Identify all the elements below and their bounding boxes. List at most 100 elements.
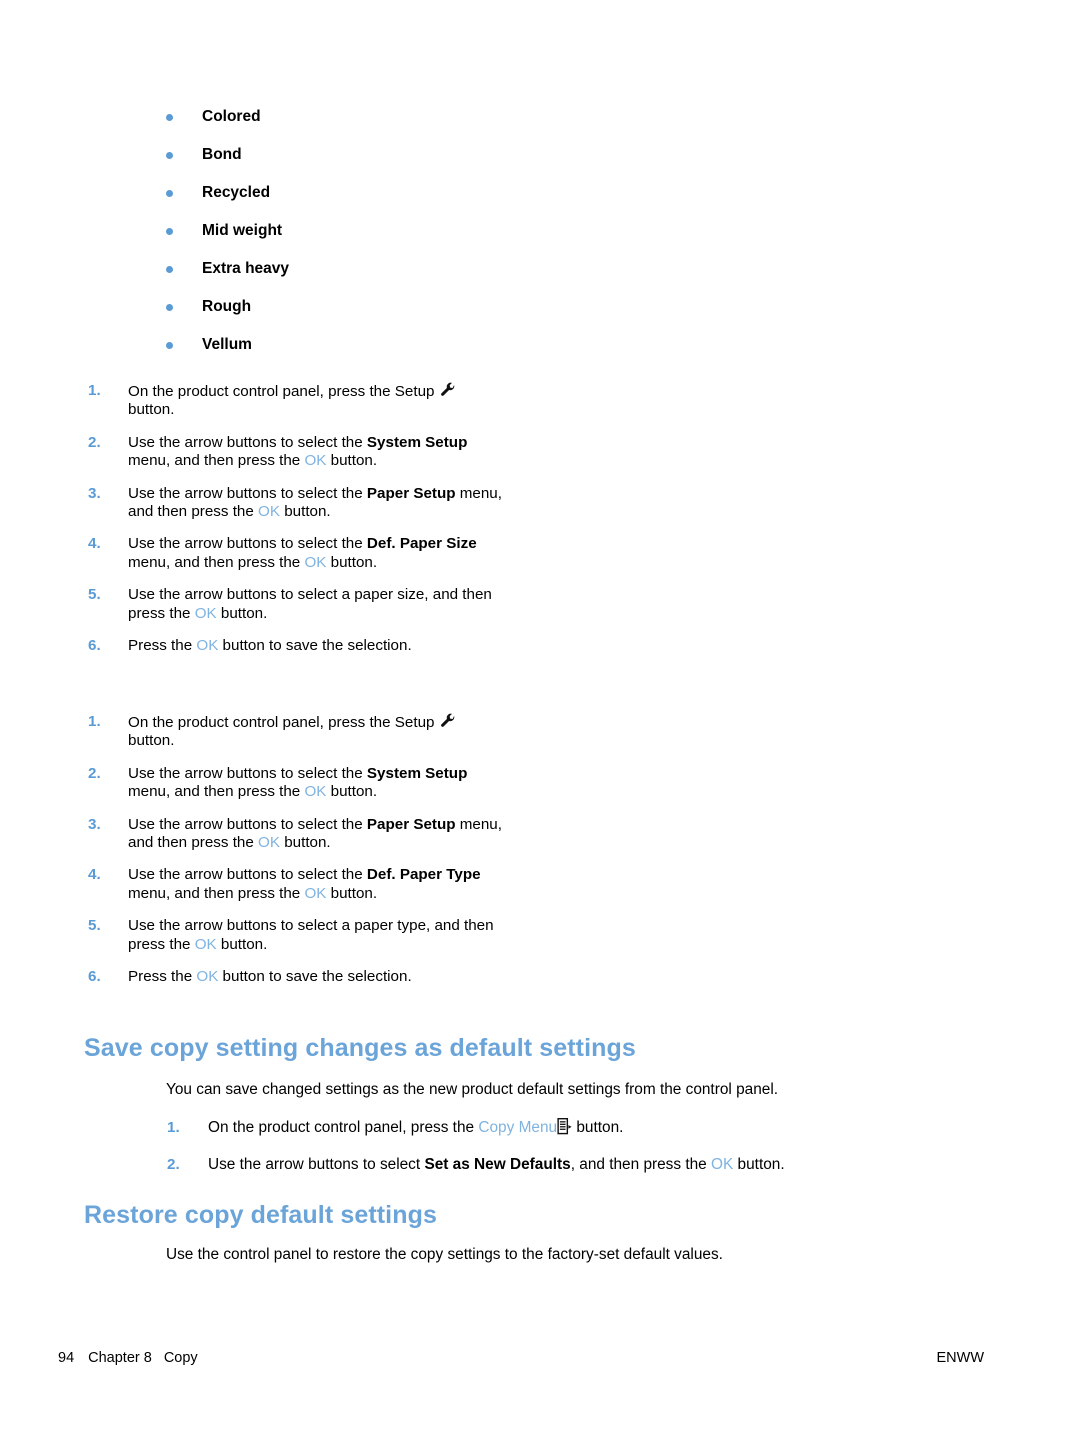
bullet-dot-icon: [166, 266, 173, 273]
list-item: Vellum: [160, 336, 580, 354]
step-text-lead: Use the arrow buttons to select a paper …: [128, 586, 492, 622]
procedure-step: 1. On the product control panel, press th…: [88, 713, 503, 751]
step-number: 6.: [88, 637, 101, 655]
document-page: Colored Bond Recycled Mid weight Extra heavy…: [0, 0, 1080, 1437]
step-text-mid: , and then press the: [570, 1156, 712, 1173]
procedure-step: 3. Use the arrow buttons to select the Pa…: [88, 816, 503, 853]
list-item: Recycled: [160, 184, 580, 202]
step-number: 1.: [167, 1119, 180, 1136]
step-text-mid: menu, and then press the: [128, 553, 305, 571]
step-text: Use the arrow buttons to select the Pape…: [128, 485, 503, 522]
footer-locale: ENWW: [936, 1350, 984, 1366]
step-text-lead: Use the arrow buttons to select a paper …: [128, 917, 494, 953]
step-number: 4.: [88, 866, 101, 884]
copy-menu-icon: [557, 1118, 572, 1135]
step-number: 1.: [88, 382, 101, 399]
step-text-lead: Use the arrow buttons to select the: [128, 866, 367, 884]
paragraph-save-copy-settings: You can save changed settings as the new…: [166, 1081, 779, 1098]
list-item-label: Bond: [202, 146, 242, 163]
step-text-lead: Use the arrow buttons to select the: [128, 815, 367, 833]
ok-button-label: OK: [196, 637, 219, 655]
procedure-step: 5. Use the arrow buttons to select a pape…: [88, 586, 503, 623]
step-text-tail: button.: [279, 503, 331, 521]
ok-button-label: OK: [194, 935, 217, 953]
ok-button-label: OK: [196, 968, 219, 986]
procedure-step: 1. On the product control panel, press th…: [167, 1118, 957, 1137]
list-item: Mid weight: [160, 222, 580, 240]
procedure-step: 4. Use the arrow buttons to select the De…: [88, 866, 503, 903]
list-item: Rough: [160, 298, 580, 316]
step-text-mid: menu, and then press the: [128, 783, 305, 801]
step-text-prefix: On the product control panel, press the …: [128, 383, 439, 400]
step-number: 2.: [167, 1156, 180, 1173]
step-text: Use the arrow buttons to select the Def.…: [128, 535, 503, 572]
step-number: 6.: [88, 968, 101, 986]
step-text-lead: Use the arrow buttons to select the: [128, 764, 367, 782]
step-text-tail: button.: [279, 834, 331, 852]
step-text: On the product control panel, press the …: [208, 1118, 957, 1137]
step-text: On the product control panel, press the …: [128, 382, 503, 420]
list-item-label: Extra heavy: [202, 260, 290, 277]
step-text: Use the arrow buttons to select the Def.…: [128, 866, 503, 903]
ok-button-label: OK: [258, 503, 280, 521]
bullet-dot-icon: [166, 228, 173, 235]
footer-chapter: Chapter 8: [88, 1350, 152, 1366]
menu-name-label: System Setup: [366, 764, 468, 782]
step-text-lead: Use the arrow buttons to select the: [128, 535, 367, 553]
step-number: 2.: [88, 433, 101, 451]
bullet-dot-icon: [166, 190, 173, 197]
menu-name-label: Def. Paper Type: [366, 866, 481, 884]
step-text-prefix: On the product control panel, press the …: [128, 714, 439, 731]
ok-button-label: OK: [711, 1156, 734, 1173]
footer-section: Copy: [163, 1350, 198, 1366]
menu-name-label: Paper Setup: [366, 815, 456, 833]
procedure-save-defaults: 1. On the product control panel, press th…: [167, 1118, 957, 1192]
step-text-tail: button.: [326, 783, 378, 801]
step-text-tail: button.: [572, 1119, 624, 1136]
page-footer: 94 Chapter 8 Copy ENWW: [0, 1350, 1080, 1370]
procedure-default-paper-type: 1. On the product control panel, press th…: [88, 713, 503, 1000]
procedure-step: 1. On the product control panel, press th…: [88, 382, 503, 420]
step-text-tail: button to save the selection.: [218, 968, 412, 986]
list-item: Colored: [160, 108, 580, 126]
procedure-step: 4. Use the arrow buttons to select the De…: [88, 535, 503, 572]
step-text-lead: Use the arrow buttons to select the: [128, 433, 367, 451]
step-number: 1.: [88, 713, 101, 730]
step-text: Use the arrow buttons to select the Pape…: [128, 816, 503, 853]
procedure-step: 6. Press the OK button to save the select…: [88, 968, 503, 986]
step-text: Press the OK button to save the selectio…: [128, 637, 503, 655]
list-item-label: Mid weight: [202, 222, 283, 239]
footer-page-number: 94: [58, 1350, 75, 1366]
step-text: Press the OK button to save the selectio…: [128, 968, 503, 986]
paragraph-restore-copy-defaults: Use the control panel to restore the cop…: [166, 1246, 723, 1263]
procedure-step: 2. Use the arrow buttons to select the Sy…: [88, 765, 503, 802]
step-text-lead: Press the: [128, 968, 197, 986]
step-text-mid: menu, and then press the: [128, 884, 305, 902]
step-number: 3.: [88, 815, 101, 833]
step-text-tail: button.: [216, 604, 268, 622]
ok-button-label: OK: [304, 553, 327, 571]
menu-name-label: Set as New Defaults: [424, 1156, 571, 1173]
bullet-dot-icon: [166, 304, 173, 311]
menu-name-label: System Setup: [366, 433, 468, 451]
step-text-tail: button.: [326, 553, 378, 571]
step-text-lead: On the product control panel, press the: [208, 1119, 479, 1136]
step-text: On the product control panel, press the …: [128, 713, 503, 751]
procedure-step: 5. Use the arrow buttons to select a pape…: [88, 917, 503, 954]
procedure-step: 2. Use the arrow buttons to select the Sy…: [88, 434, 503, 471]
footer-left: 94 Chapter 8 Copy: [58, 1350, 198, 1366]
ok-button-label: OK: [258, 834, 280, 852]
step-number: 5.: [88, 917, 101, 935]
step-text-lead: Use the arrow buttons to select the: [128, 484, 367, 502]
paper-type-bullet-list: Colored Bond Recycled Mid weight Extra heavy…: [160, 108, 580, 374]
step-number: 2.: [88, 764, 101, 782]
ok-button-label: OK: [194, 604, 217, 622]
wrench-icon: [439, 713, 456, 730]
menu-name-label: Paper Setup: [366, 484, 456, 502]
list-item-label: Vellum: [202, 336, 252, 353]
list-item-label: Colored: [202, 108, 261, 125]
bullet-dot-icon: [166, 114, 173, 121]
step-text: Use the arrow buttons to select a paper …: [128, 917, 503, 954]
procedure-step: 2. Use the arrow buttons to select Set as…: [167, 1155, 957, 1174]
step-number: 4.: [88, 535, 101, 553]
